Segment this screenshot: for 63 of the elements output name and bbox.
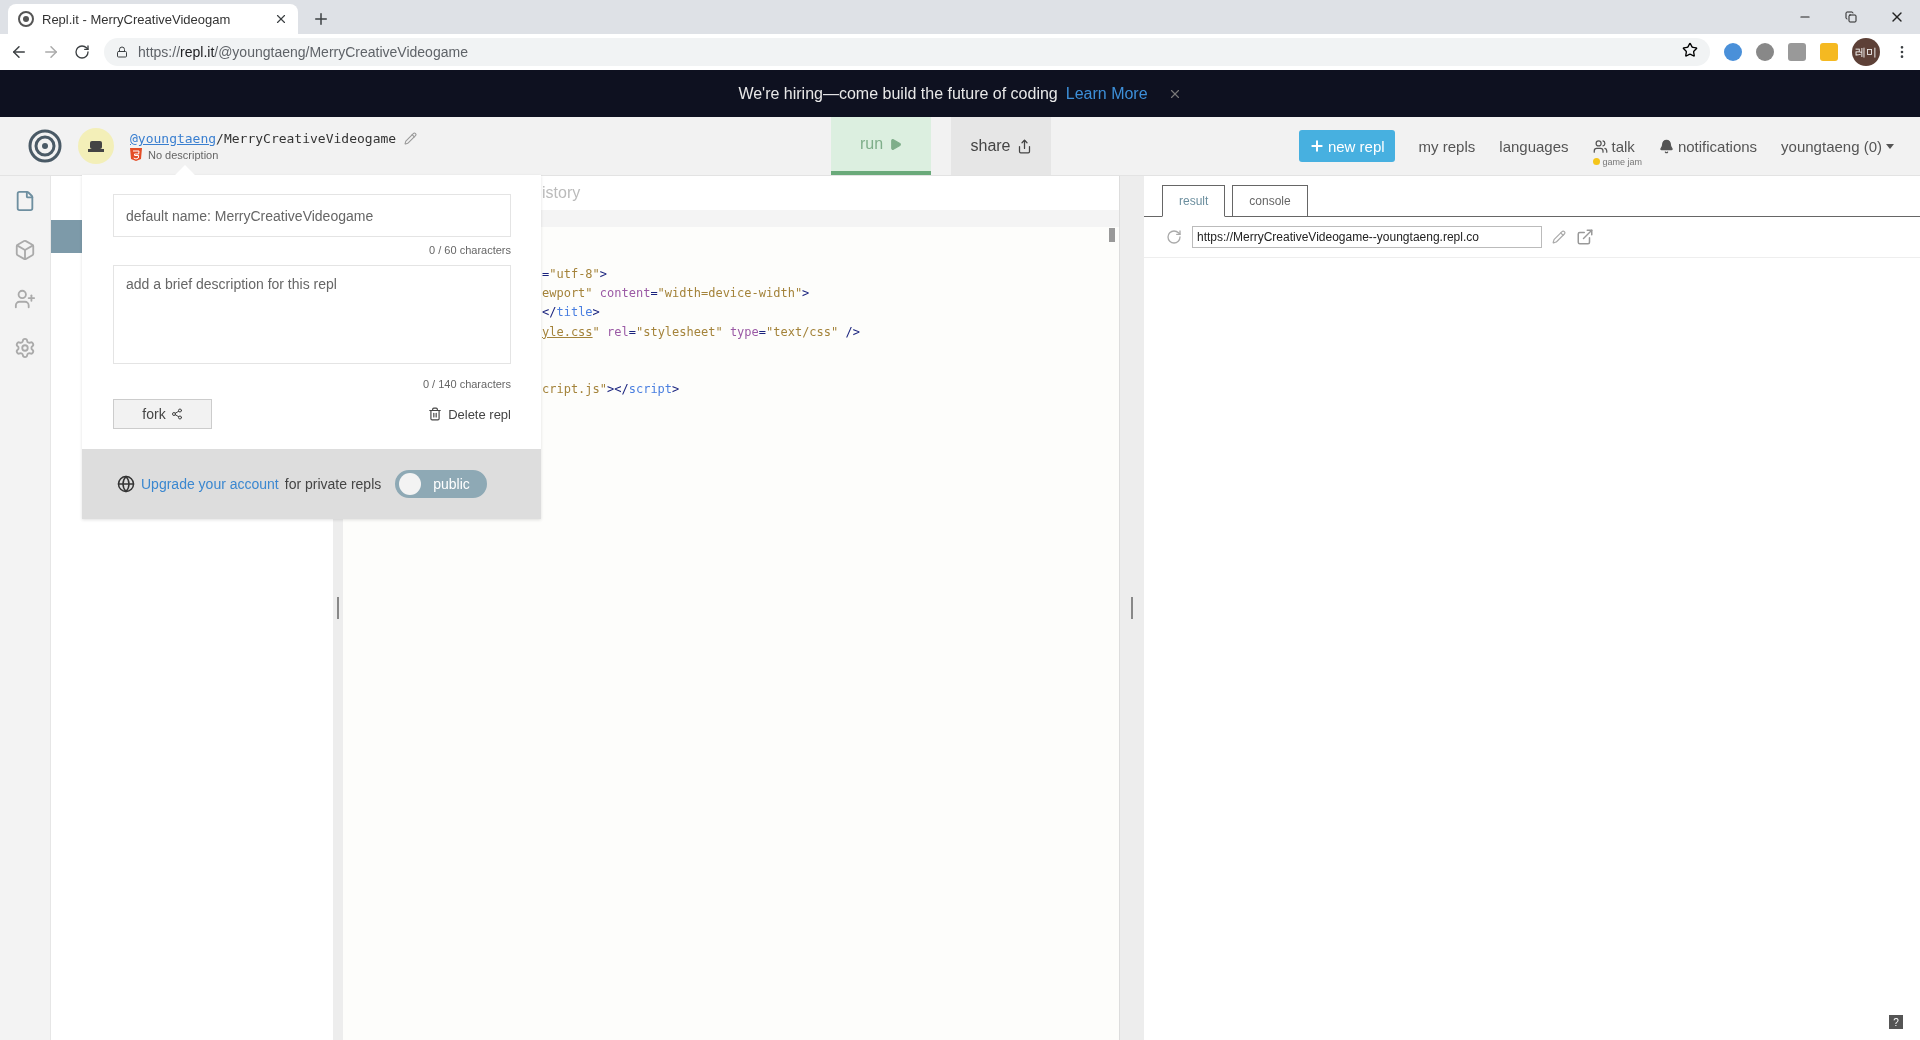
scrollbar-thumb[interactable]: [1109, 228, 1115, 242]
forward-icon[interactable]: [42, 43, 60, 61]
nav-link[interactable]: notifications: [1658, 137, 1758, 155]
people-icon[interactable]: [14, 288, 36, 310]
nav-link[interactable]: languages: [1499, 137, 1569, 155]
separator: /: [216, 131, 224, 146]
file-icon[interactable]: [14, 190, 36, 212]
caret-icon: [1886, 143, 1894, 149]
pencil-icon[interactable]: [404, 132, 418, 145]
tab-title: Repl.it - MerryCreativeVideogam: [42, 11, 232, 27]
pane-tab[interactable]: result: [1162, 185, 1226, 217]
repl-logo-icon[interactable]: [28, 129, 62, 163]
description-text: No description: [148, 148, 219, 161]
repl-logo-icon: [18, 11, 34, 27]
delete-button[interactable]: Delete repl: [428, 406, 511, 422]
reload-icon[interactable]: [74, 44, 90, 60]
user-menu[interactable]: youngtaeng (0): [1781, 137, 1894, 155]
character-count: 0 / 60 characters: [429, 244, 511, 256]
back-icon[interactable]: [10, 43, 28, 61]
share-button[interactable]: share: [951, 117, 1051, 175]
repl-name[interactable]: MerryCreativeVideogame: [223, 131, 397, 146]
owner-link[interactable]: @youngtaeng: [130, 131, 217, 146]
cube-icon[interactable]: [14, 239, 36, 261]
extension-icon[interactable]: [1756, 43, 1774, 61]
profile-avatar[interactable]: 레미: [1852, 38, 1880, 66]
description-field[interactable]: add a brief description for this repl: [113, 265, 511, 364]
help-button[interactable]: ?: [1889, 1015, 1903, 1029]
globe-icon: [117, 475, 135, 493]
close-icon[interactable]: [274, 12, 288, 26]
html5-icon: [130, 148, 142, 161]
pane-tab[interactable]: console: [1232, 185, 1308, 217]
browser-tab[interactable]: Repl.it - MerryCreativeVideogam: [8, 4, 298, 34]
trash-icon: [428, 407, 443, 421]
lock-icon: [116, 46, 128, 58]
nav-link[interactable]: my repls: [1418, 137, 1476, 155]
game-jam-label: game jam: [1592, 156, 1643, 167]
share-icon: [1016, 138, 1032, 154]
extension-icon[interactable]: [1724, 43, 1742, 61]
address-bar[interactable]: https://repl.it/@youngtaeng/MerryCreativeVideogame: [104, 38, 1710, 66]
url-field[interactable]: https://MerryCreativeVideogame--youngtaeng.repl.co: [1192, 226, 1542, 248]
url-text: https://repl.it/@youngtaeng/MerryCreativeVideogame: [138, 44, 468, 60]
new-tab-icon[interactable]: [312, 10, 330, 28]
code-line: </title>: [542, 304, 600, 322]
code-line: yle.css" rel="stylesheet" type="text/css" />: [542, 323, 860, 341]
fork-icon: [170, 408, 183, 420]
play-icon: [889, 137, 903, 151]
learn-more-link[interactable]: Learn More: [1065, 84, 1148, 103]
pencil-icon[interactable]: [1552, 230, 1566, 244]
fork-button[interactable]: fork: [113, 399, 212, 429]
code-line: ewport" content="width=device-width">: [542, 285, 810, 303]
settings-icon[interactable]: [14, 337, 36, 359]
extension-icon[interactable]: [1788, 43, 1806, 61]
banner-text: We're hiring—come build the future of coding: [738, 84, 1058, 103]
code-line: ="utf-8">: [542, 266, 608, 283]
character-count: 0 / 140 characters: [422, 378, 511, 390]
user-avatar[interactable]: [78, 128, 114, 164]
plus-icon: [1308, 138, 1325, 154]
private-repls-text: for private repls: [284, 476, 382, 492]
people-icon: [1592, 138, 1608, 154]
external-link-icon[interactable]: [1576, 228, 1594, 246]
code-line: cript.js"></script>: [542, 381, 680, 399]
bell-icon: [1658, 138, 1674, 154]
name-field[interactable]: default name: MerryCreativeVideogame: [113, 194, 511, 237]
